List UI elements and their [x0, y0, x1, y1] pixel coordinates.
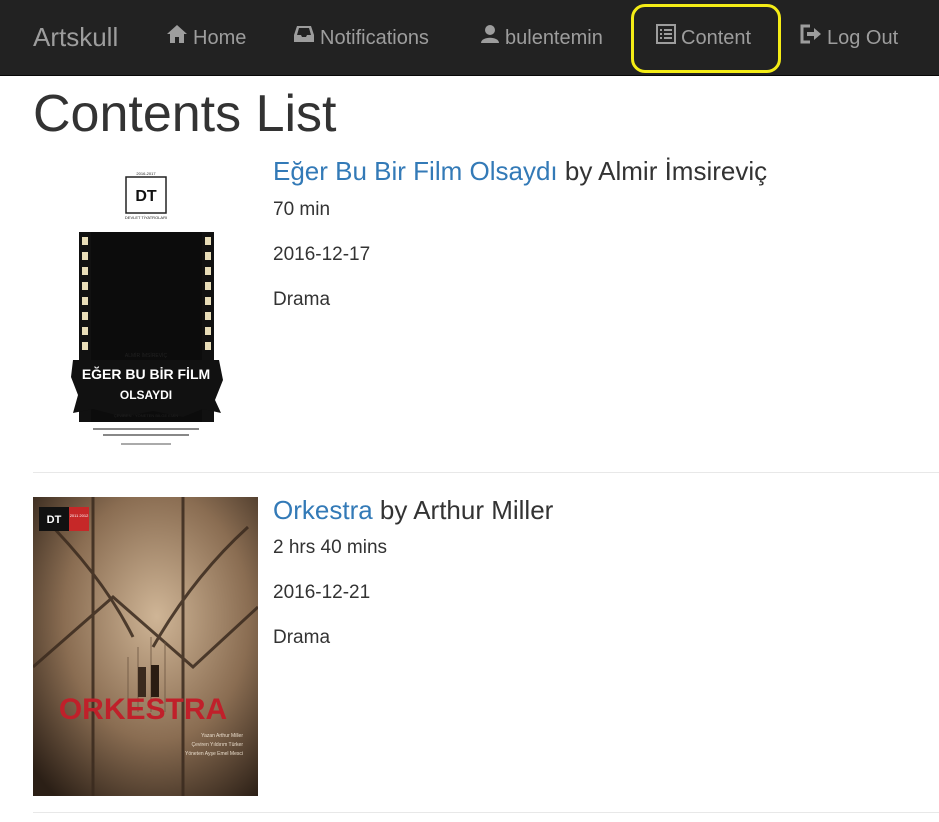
poster-credit-3: Yöneten Ayşe Emel Mesci	[185, 751, 243, 757]
content-date: 2016-12-17	[273, 244, 371, 265]
content-by-label: by	[564, 156, 593, 186]
content-title-link[interactable]: Orkestra	[273, 495, 373, 525]
content-title-line: Orkestra by Arthur Miller	[273, 494, 553, 526]
user-icon	[480, 24, 500, 52]
poster-title-line2: OLSAYDI	[120, 388, 172, 402]
content-by-label: by	[379, 495, 408, 525]
log-out-icon	[800, 24, 822, 52]
poster-logo-text: DT	[47, 514, 62, 526]
content-title-link[interactable]: Eğer Bu Bir Film Olsaydı	[273, 156, 558, 186]
content-genre: Drama	[273, 289, 331, 310]
inbox-icon	[293, 24, 315, 52]
nav-item-logout[interactable]: Log Out	[800, 24, 898, 52]
poster-image[interactable]: 2016-2017 DT DEVLET TİYATROLARI ALMİR İM…	[33, 155, 258, 453]
content-title-line: Eğer Bu Bir Film Olsaydı by Almir İmsire…	[273, 155, 767, 187]
poster-credit-text: ÇEVİREN · YÖNETEN BİLGE EMİN	[114, 413, 179, 418]
content-item: 2016-2017 DT DEVLET TİYATROLARI ALMİR İM…	[33, 155, 939, 473]
svg-text:2016-2017: 2016-2017	[136, 171, 156, 176]
nav-item-label: Notifications	[320, 27, 429, 49]
poster-image[interactable]: DT 2011 2012 ORKESTRA Yazan Arthur Mille…	[33, 497, 258, 796]
nav-item-label: bulentemin	[505, 27, 603, 49]
nav-item-label: Home	[193, 27, 247, 49]
navbar: Artskull Home Notifications bulentemin C…	[0, 0, 939, 76]
brand-link[interactable]: Artskull	[33, 22, 118, 52]
poster-credit-1: Yazan Arthur Miller	[201, 733, 243, 739]
content-author: Almir İmsireviç	[598, 156, 768, 186]
nav-item-label: Log Out	[827, 27, 899, 49]
poster-logo-text: DT	[135, 188, 157, 205]
nav-item-user[interactable]: bulentemin	[480, 24, 603, 52]
poster-season-text: 2011 2012	[70, 513, 89, 518]
content-genre: Drama	[273, 627, 331, 648]
content-date: 2016-12-21	[273, 582, 371, 603]
content-duration: 2 hrs 40 mins	[273, 537, 388, 558]
home-icon	[166, 24, 188, 52]
content-item: DT 2011 2012 ORKESTRA Yazan Arthur Mille…	[33, 494, 939, 813]
poster-credit-2: Çeviren Yıldırım Türker	[192, 742, 244, 748]
nav-item-home[interactable]: Home	[166, 24, 246, 52]
content-author: Arthur Miller	[413, 495, 554, 525]
content-duration: 70 min	[273, 199, 331, 220]
nav-item-notifications[interactable]: Notifications	[293, 24, 429, 52]
poster-small-text: DEVLET TİYATROLARI	[125, 215, 167, 220]
page-title: Contents List	[33, 85, 337, 143]
content-highlight-outline	[631, 4, 781, 73]
poster-title-line1: EĞER BU BİR FİLM	[82, 365, 210, 382]
poster-author-text: ALMİR İMSİREVİÇ	[125, 352, 168, 359]
poster-title-text: ORKESTRA	[59, 693, 227, 726]
